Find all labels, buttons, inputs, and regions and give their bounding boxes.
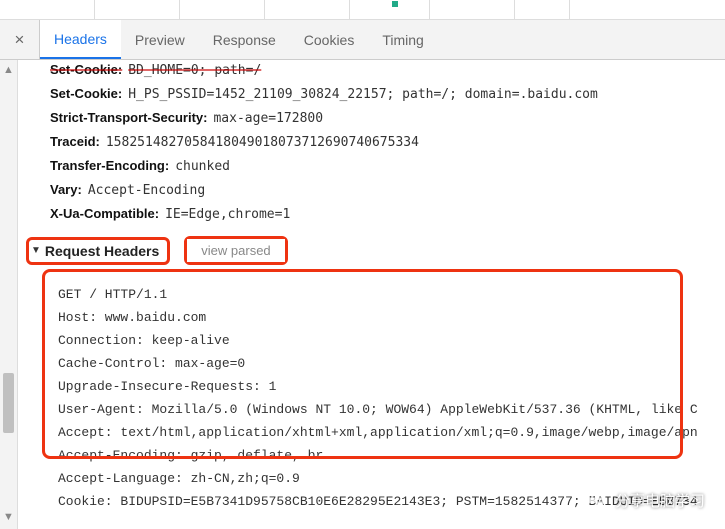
raw-line: Accept: text/html,application/xhtml+xml,… [30,421,725,444]
header-key: Set-Cookie: [50,86,122,101]
header-key: Set-Cookie: [50,62,122,77]
raw-line: Host: www.baidu.com [30,306,725,329]
view-parsed-button[interactable]: view parsed [187,239,284,262]
scroll-down-icon[interactable]: ▼ [3,511,14,523]
header-value: 1582514827058418049018073712690740675334 [106,135,419,150]
col-name [0,0,95,19]
header-key: Vary: [50,182,82,197]
raw-line: Accept-Language: zh-CN,zh;q=0.9 [30,467,725,490]
raw-line: Accept-Encoding: gzip, deflate, br [30,444,725,467]
header-row: Set-Cookie: BD_HOME=0; path=/ [26,60,725,84]
header-value: Accept-Encoding [88,183,205,198]
request-raw-block: GET / HTTP/1.1Host: www.baidu.comConnect… [26,275,725,513]
header-row: Vary: Accept-Encoding [26,180,725,204]
devtools-tabs: × Headers Preview Response Cookies Timin… [0,20,725,60]
header-key: X-Ua-Compatible: [50,206,159,221]
raw-line: Upgrade-Insecure-Requests: 1 [30,375,725,398]
tabs-list: Headers Preview Response Cookies Timing [40,20,438,59]
header-row: X-Ua-Compatible: IE=Edge,chrome=1 [26,204,725,228]
close-icon[interactable]: × [0,20,40,59]
headers-content: Set-Cookie: BD_HOME=0; path=/ Set-Cookie: H… [18,58,725,529]
scrollbar-vertical[interactable]: ▲ ▼ [0,60,18,529]
col-status [95,0,180,19]
header-row: Set-Cookie: H_PS_PSSID=1452_21109_30824_2… [26,84,725,108]
col-waterfall [515,0,570,19]
col-size [350,0,430,19]
scroll-thumb[interactable] [3,373,14,433]
wechat-icon [585,489,607,511]
watermark: 分享电脑学习 [585,489,705,511]
section-title-label: Request Headers [45,243,159,259]
col-initiator [265,0,350,19]
tab-preview[interactable]: Preview [121,20,199,59]
header-value: IE=Edge,chrome=1 [165,207,290,222]
col-type [180,0,265,19]
tab-response[interactable]: Response [199,20,290,59]
raw-line: GET / HTTP/1.1 [30,283,725,306]
tab-headers[interactable]: Headers [40,20,121,59]
watermark-text: 分享电脑学习 [615,490,705,511]
header-row: Strict-Transport-Security: max-age=172800 [26,108,725,132]
header-key: Traceid: [50,134,100,149]
tab-timing[interactable]: Timing [368,20,438,59]
header-key: Transfer-Encoding: [50,158,169,173]
header-value: chunked [175,159,230,174]
header-row: Traceid: 15825148270584180490180737126907… [26,132,725,156]
response-headers-list: Set-Cookie: BD_HOME=0; path=/ Set-Cookie: H… [26,60,725,228]
raw-line: Connection: keep-alive [30,329,725,352]
triangle-down-icon: ▼ [31,245,41,256]
raw-line: User-Agent: Mozilla/5.0 (Windows NT 10.0… [30,398,725,421]
header-row: Transfer-Encoding: chunked [26,156,725,180]
header-key: Strict-Transport-Security: [50,110,207,125]
scroll-up-icon[interactable]: ▲ [3,64,14,76]
tab-cookies[interactable]: Cookies [290,20,369,59]
header-value: BD_HOME=0; path=/ [128,63,261,78]
col-time [430,0,515,19]
raw-line: Cache-Control: max-age=0 [30,352,725,375]
header-value: H_PS_PSSID=1452_21109_30824_22157; path=… [128,87,598,102]
request-headers-section: ▼ Request Headers view parsed [26,228,725,273]
request-headers-toggle[interactable]: ▼ Request Headers [29,240,167,262]
network-table-header [0,0,725,20]
header-value: max-age=172800 [213,111,323,126]
